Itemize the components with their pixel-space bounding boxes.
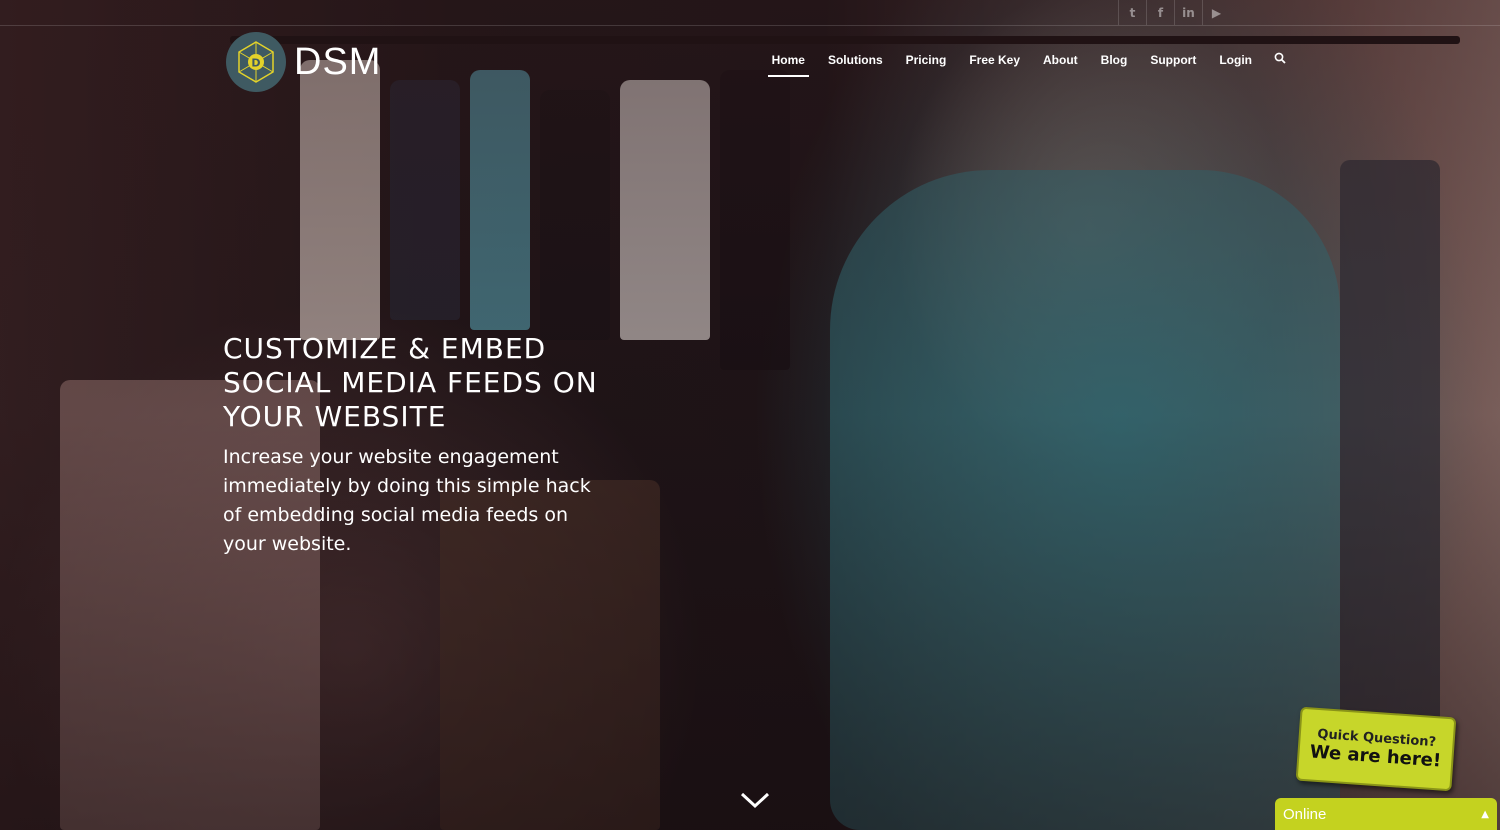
twitter-icon[interactable]: t [1118,0,1146,25]
nav-item-free-key[interactable]: Free Key [969,53,1020,75]
linkedin-icon[interactable]: in [1174,0,1202,25]
nav-item-about[interactable]: About [1043,53,1078,75]
nav-item-blog[interactable]: Blog [1101,53,1128,75]
nav-item-home[interactable]: Home [767,53,810,77]
nav-item-login[interactable]: Login [1219,53,1252,75]
main-navigation: Home Solutions Pricing Free Key About Bl… [749,52,1286,77]
nav-item-pricing[interactable]: Pricing [906,53,947,75]
hero-subtext: Increase your website engagement immedia… [223,446,591,555]
nav-item-support[interactable]: Support [1150,53,1196,75]
logo-text: DSM [294,40,382,83]
social-topbar: t f in ▶ [0,0,1500,26]
scroll-down-chevron-icon[interactable] [738,788,772,812]
search-icon[interactable] [1274,52,1286,75]
svg-text:D: D [251,57,260,70]
logo-icon: D [226,32,286,92]
chat-status-label: Online [1283,805,1327,823]
site-logo[interactable]: D DSM [226,32,381,92]
social-links: t f in ▶ [1118,0,1230,25]
youtube-icon[interactable]: ▶ [1202,0,1230,25]
nav-item-solutions[interactable]: Solutions [828,53,883,75]
chevron-up-icon: ▲ [1481,808,1489,820]
chat-status-bar[interactable]: Online ▲ [1275,798,1497,830]
hero-headline: Customize & Embed Social Media Feeds On … [223,332,598,433]
chat-invite-badge[interactable]: Quick Question? We are here! [1295,706,1457,792]
facebook-icon[interactable]: f [1146,0,1174,25]
